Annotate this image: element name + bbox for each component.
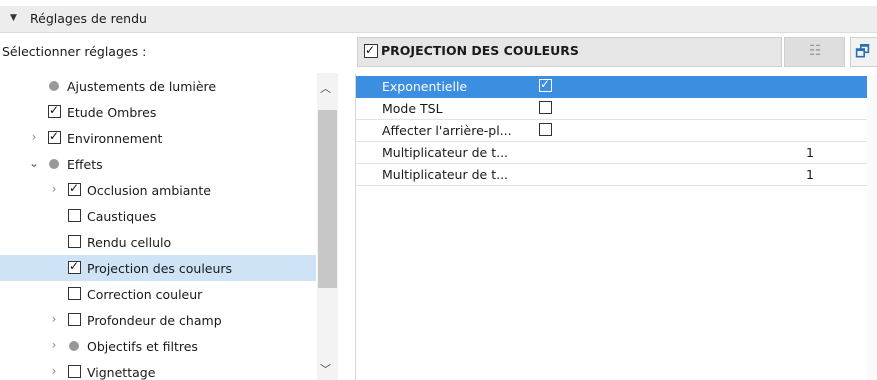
check-icon: ✓ (49, 103, 60, 117)
check-icon: ✓ (49, 129, 60, 143)
tree-item-label: Etude Ombres (67, 105, 157, 120)
tree-scrollbar-thumb[interactable] (318, 110, 337, 288)
tree-item-checkbox[interactable]: ✓ (68, 181, 81, 196)
properties-panel: Exponentielle ✓ Mode TSL Affecter l'arrière… (355, 74, 877, 380)
property-row[interactable]: Exponentielle ✓ (356, 76, 868, 98)
tree-item-checkbox[interactable]: ✓ (48, 103, 61, 118)
tree-item-label: Occlusion ambiante (87, 183, 211, 198)
tree-item[interactable]: › ✓ Environnement (0, 125, 316, 151)
property-value[interactable]: 1 (806, 167, 814, 182)
tree-item-checkbox[interactable] (68, 313, 81, 326)
render-settings-header[interactable]: ▼ Réglages de rendu (0, 6, 877, 33)
chevron-down-icon[interactable]: ⌄ (28, 156, 40, 170)
property-name: Multiplicateur de t... (382, 167, 509, 182)
panel-title: PROJECTION DES COULEURS (381, 43, 579, 58)
property-row[interactable]: Multiplicateur de t... 1 (356, 142, 868, 164)
tree-item[interactable]: › ✓ Occlusion ambiante (0, 177, 316, 203)
property-row[interactable]: Mode TSL (356, 98, 868, 120)
settings-tree: Ajustements de lumière ✓ Etude Ombres › ✓ Env… (0, 73, 338, 380)
tree-item-checkbox[interactable] (68, 365, 81, 378)
panel-enable-checkbox[interactable]: ✓ (364, 43, 378, 58)
property-row[interactable]: Affecter l'arrière-pl... (356, 120, 868, 142)
tree-item-checkbox[interactable] (68, 235, 81, 248)
export-settings-icon: 🗗 (855, 42, 871, 61)
tree-item[interactable]: › Profondeur de champ (0, 307, 316, 333)
property-row[interactable]: Multiplicateur de t... 1 (356, 164, 868, 186)
properties-scrollbar[interactable] (867, 74, 877, 380)
scroll-up-arrow-icon[interactable]: ︿ (320, 80, 331, 96)
list-view-button[interactable]: ☷ (784, 37, 845, 67)
chevron-right-icon[interactable]: › (48, 182, 60, 196)
chevron-right-icon[interactable]: › (48, 364, 60, 378)
select-settings-label: Sélectionner réglages : (2, 44, 147, 59)
tree-item-checkbox[interactable] (68, 209, 81, 222)
tree-item[interactable]: ⌄ Effets (0, 151, 316, 177)
tree-item-label: Vignettage (87, 365, 156, 380)
chevron-right-icon[interactable]: › (48, 312, 60, 326)
tree-item[interactable]: › Vignettage (0, 359, 316, 380)
tree-item-label: Profondeur de champ (87, 313, 222, 328)
tree-item[interactable]: › Objectifs et filtres (0, 333, 316, 359)
tree-item[interactable]: Rendu cellulo (0, 229, 316, 255)
tree-item[interactable]: ✓ Projection des couleurs (0, 255, 316, 281)
tree-item-checkbox[interactable]: ✓ (68, 259, 81, 274)
list-view-icon: ☷ (809, 43, 822, 59)
check-icon: ✓ (365, 43, 376, 57)
group-dot-icon (49, 159, 59, 169)
property-value[interactable]: 1 (806, 145, 814, 160)
property-name: Mode TSL (382, 101, 443, 116)
tree-item-label: Environnement (67, 131, 163, 146)
tree-item-checkbox[interactable]: ✓ (48, 129, 61, 144)
tree-item-label: Correction couleur (87, 287, 203, 302)
tree-item[interactable]: Correction couleur (0, 281, 316, 307)
check-icon: ✓ (69, 181, 80, 195)
property-checkbox[interactable] (539, 101, 552, 114)
chevron-right-icon[interactable]: › (48, 338, 60, 352)
chevron-right-icon[interactable]: › (28, 130, 40, 144)
property-name: Exponentielle (382, 79, 468, 94)
tree-item-label: Effets (67, 157, 103, 172)
property-checkbox[interactable] (539, 123, 552, 136)
tree-item-label: Objectifs et filtres (87, 339, 198, 354)
tree-item-label: Rendu cellulo (87, 235, 172, 250)
tree-item-checkbox[interactable] (68, 287, 81, 300)
tree-item[interactable]: ✓ Etude Ombres (0, 99, 316, 125)
tree-item[interactable]: Ajustements de lumière (0, 73, 316, 99)
export-settings-button[interactable]: 🗗 (850, 37, 877, 67)
collapse-triangle-icon[interactable]: ▼ (10, 13, 17, 23)
group-dot-icon (69, 341, 79, 351)
property-name: Affecter l'arrière-pl... (382, 123, 512, 138)
check-icon: ✓ (540, 77, 551, 91)
property-name: Multiplicateur de t... (382, 145, 509, 160)
property-checkbox[interactable]: ✓ (539, 77, 552, 92)
group-dot-icon (49, 81, 59, 91)
header-title: Réglages de rendu (30, 11, 147, 26)
check-icon: ✓ (69, 259, 80, 273)
tree-item-label: Projection des couleurs (87, 261, 233, 276)
tree-item[interactable]: Caustiques (0, 203, 316, 229)
tree-item-label: Ajustements de lumière (67, 79, 217, 94)
scroll-down-arrow-icon[interactable]: ﹀ (320, 361, 331, 377)
tree-item-label: Caustiques (87, 209, 157, 224)
